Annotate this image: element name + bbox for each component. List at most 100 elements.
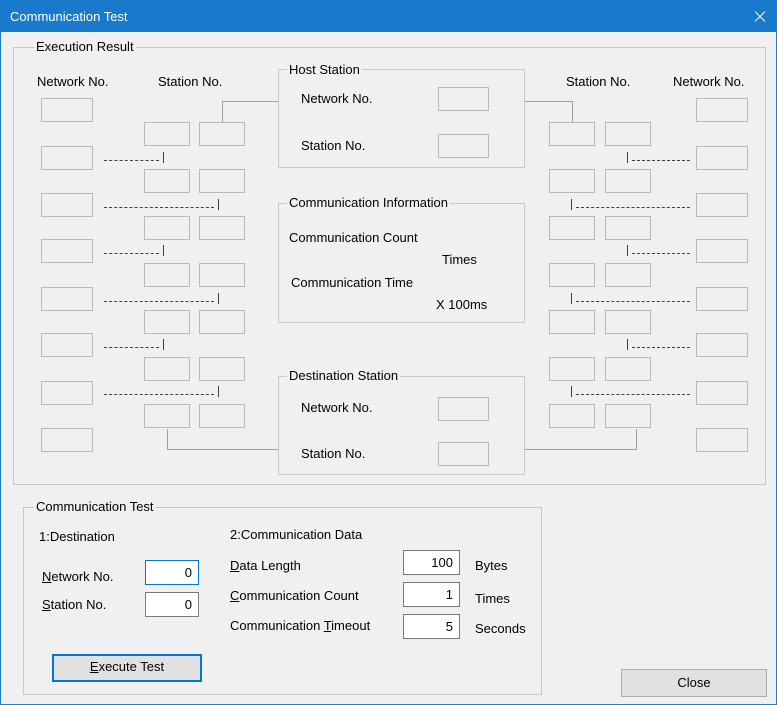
communication-timeout-prefix: Communication: [230, 618, 324, 633]
host-station-box: [438, 134, 489, 158]
host-link-line: [525, 101, 573, 102]
right-station-box: [605, 122, 651, 146]
station-no-input[interactable]: 0: [145, 592, 199, 617]
execute-test-button[interactable]: Execute Test: [52, 654, 202, 682]
left-connector-tick: [218, 199, 219, 210]
host-station-legend: Host Station: [287, 62, 362, 77]
info-time-label: Communication Time: [291, 275, 414, 290]
left-connector-tick: [163, 339, 164, 350]
right-network-box: [696, 381, 748, 405]
data-length-accel: D: [230, 558, 240, 573]
left-station-box: [144, 310, 190, 334]
left-station-box: [199, 216, 245, 240]
left-connector: [104, 347, 159, 348]
right-connector-tick: [571, 293, 572, 304]
right-network-box: [696, 333, 748, 357]
right-station-box: [549, 122, 595, 146]
info-count-unit: Times: [442, 252, 477, 267]
right-connector: [632, 253, 690, 254]
communication-timeout-label-text: imeout: [331, 618, 371, 633]
right-connector-tick: [571, 199, 572, 210]
destination-network-label: Network No.: [301, 400, 373, 415]
network-no-label-text: etwork No.: [51, 569, 114, 584]
destination-link-line: [636, 429, 637, 450]
network-no-label: Network No.: [42, 569, 114, 584]
left-station-box: [199, 404, 245, 428]
host-station-label: Station No.: [301, 138, 366, 153]
station-no-accel: S: [42, 597, 51, 612]
right-station-box: [549, 263, 595, 287]
left-station-header: Station No.: [158, 74, 223, 89]
right-station-box: [549, 169, 595, 193]
right-station-box: [549, 310, 595, 334]
left-station-box: [144, 357, 190, 381]
left-station-box: [199, 169, 245, 193]
right-connector: [632, 347, 690, 348]
data-length-input[interactable]: 100: [403, 550, 460, 575]
left-network-box: [41, 381, 93, 405]
right-station-box: [605, 404, 651, 428]
host-link-line: [572, 101, 573, 122]
right-network-box: [696, 193, 748, 217]
destination-heading: 1:Destination: [39, 529, 115, 544]
right-connector: [576, 394, 690, 395]
right-network-box: [696, 239, 748, 263]
left-network-box: [41, 333, 93, 357]
destination-station-box: [438, 442, 489, 466]
right-connector: [576, 301, 690, 302]
left-station-box: [199, 122, 245, 146]
communication-count-label-text: ommunication Count: [239, 588, 359, 603]
left-station-box: [144, 122, 190, 146]
communication-test-legend: Communication Test: [34, 499, 156, 514]
network-no-input[interactable]: 0: [145, 560, 199, 585]
communication-count-label: Communication Count: [230, 588, 359, 603]
network-no-accel: N: [42, 569, 52, 584]
left-network-box: [41, 146, 93, 170]
destination-link-line: [525, 449, 637, 450]
left-connector: [104, 253, 159, 254]
left-station-box: [199, 263, 245, 287]
right-network-box: [696, 146, 748, 170]
window-title: Communication Test: [10, 9, 128, 24]
right-station-box: [605, 216, 651, 240]
left-station-box: [144, 216, 190, 240]
title-bar: Communication Test: [1, 1, 776, 32]
left-connector: [104, 301, 214, 302]
host-network-box: [438, 87, 489, 111]
right-station-header: Station No.: [566, 74, 631, 89]
left-network-box: [41, 287, 93, 311]
host-link-line: [222, 101, 278, 102]
right-connector: [576, 207, 690, 208]
left-connector-tick: [218, 386, 219, 397]
close-button[interactable]: Close: [621, 669, 767, 697]
left-station-box: [144, 169, 190, 193]
left-connector: [104, 207, 214, 208]
left-connector-tick: [163, 152, 164, 163]
right-connector-tick: [571, 386, 572, 397]
right-connector-tick: [627, 152, 628, 163]
right-station-box: [605, 357, 651, 381]
left-network-box: [41, 428, 93, 452]
execution-result-legend: Execution Result: [34, 39, 136, 54]
right-connector-tick: [627, 339, 628, 350]
right-network-header: Network No.: [673, 74, 745, 89]
close-icon[interactable]: [742, 1, 776, 32]
host-network-label: Network No.: [301, 91, 373, 106]
communication-timeout-label: Communication Timeout: [230, 618, 370, 633]
left-network-header: Network No.: [37, 74, 109, 89]
right-network-box: [696, 287, 748, 311]
left-connector-tick: [218, 293, 219, 304]
left-connector-tick: [163, 245, 164, 256]
right-station-box: [605, 263, 651, 287]
communication-count-accel: C: [230, 588, 240, 603]
left-network-box: [41, 239, 93, 263]
left-station-box: [199, 357, 245, 381]
destination-link-line: [167, 429, 168, 450]
communication-timeout-input[interactable]: 5: [403, 614, 460, 639]
right-network-box: [696, 98, 748, 122]
right-connector: [632, 160, 690, 161]
communication-count-input[interactable]: 1: [403, 582, 460, 607]
left-connector: [104, 394, 214, 395]
right-station-box: [549, 357, 595, 381]
info-time-unit: X 100ms: [436, 297, 488, 312]
